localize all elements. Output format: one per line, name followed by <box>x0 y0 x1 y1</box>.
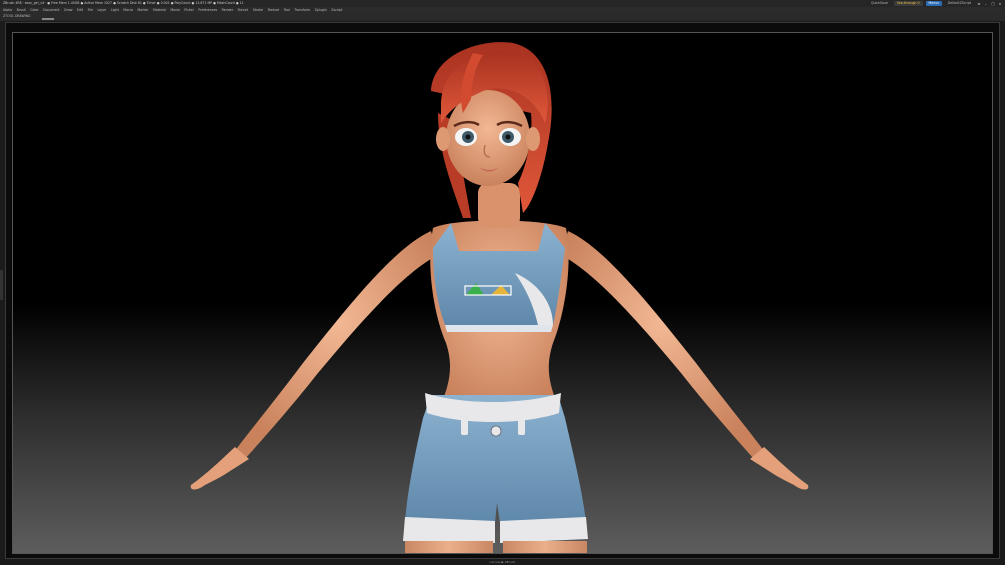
close-icon[interactable]: × <box>998 2 1002 6</box>
menu-item-render[interactable]: Render <box>222 8 233 12</box>
character-model[interactable] <box>13 33 993 554</box>
status-bar: Canvas ▶ ZBrush <box>0 559 1005 565</box>
left-tray-handle[interactable] <box>0 270 3 300</box>
menu-item-brush[interactable]: Brush <box>17 8 26 12</box>
menu-item-stroke[interactable]: Stroke <box>253 8 263 12</box>
active-tab-indicator[interactable] <box>42 18 54 20</box>
menu-item-transform[interactable]: Transform <box>294 8 310 12</box>
menu-item-document[interactable]: Document <box>43 8 60 12</box>
3d-viewport[interactable] <box>12 32 993 554</box>
title-bar-controls: QuickSave See-through 0 Menus DefaultZSc… <box>868 1 1005 6</box>
menu-item-preferences[interactable]: Preferences <box>198 8 217 12</box>
menu-item-texture[interactable]: Texture <box>267 8 279 12</box>
restore-icon[interactable]: □ <box>991 2 995 6</box>
window-title: ZBrush 4R8 · sexy_girl_v4 · ● Free Mem 1… <box>3 1 244 5</box>
menu-item-marker[interactable]: Marker <box>138 8 149 12</box>
menu-item-file[interactable]: File <box>88 8 93 12</box>
menu-item-color[interactable]: Color <box>30 8 38 12</box>
menu-item-draw[interactable]: Draw <box>64 8 72 12</box>
status-text: Canvas ▶ ZBrush <box>489 560 516 564</box>
menu-toggle-icon[interactable]: ≡ <box>977 2 981 6</box>
title-bar: ZBrush 4R8 · sexy_girl_v4 · ● Free Mem 1… <box>0 0 1005 7</box>
default-zscript-button[interactable]: DefaultZScript <box>945 1 974 6</box>
quicksave-button[interactable]: QuickSave <box>868 1 891 6</box>
menu-item-layer[interactable]: Layer <box>97 8 106 12</box>
menu-item-material[interactable]: Material <box>153 8 166 12</box>
menu-item-picker[interactable]: Picker <box>184 8 194 12</box>
menu-item-macro[interactable]: Macro <box>123 8 133 12</box>
tool-sub-bar: ZTOOL DRAWING <box>0 13 1005 21</box>
menu-item-light[interactable]: Light <box>111 8 119 12</box>
menu-item-alpha[interactable]: Alpha <box>3 8 12 12</box>
subbar-label: ZTOOL DRAWING <box>3 14 31 18</box>
menu-item-stencil[interactable]: Stencil <box>238 8 249 12</box>
menu-item-zscript[interactable]: Zscript <box>331 8 342 12</box>
menu-item-tool[interactable]: Tool <box>284 8 290 12</box>
menu-item-zplugin[interactable]: Zplugin <box>315 8 327 12</box>
menus-toggle-button[interactable]: Menus <box>925 1 942 6</box>
menu-item-movie[interactable]: Movie <box>170 8 179 12</box>
minimize-icon[interactable]: – <box>984 2 988 6</box>
see-through-slider[interactable]: See-through 0 <box>893 1 923 6</box>
menu-item-edit[interactable]: Edit <box>77 8 83 12</box>
